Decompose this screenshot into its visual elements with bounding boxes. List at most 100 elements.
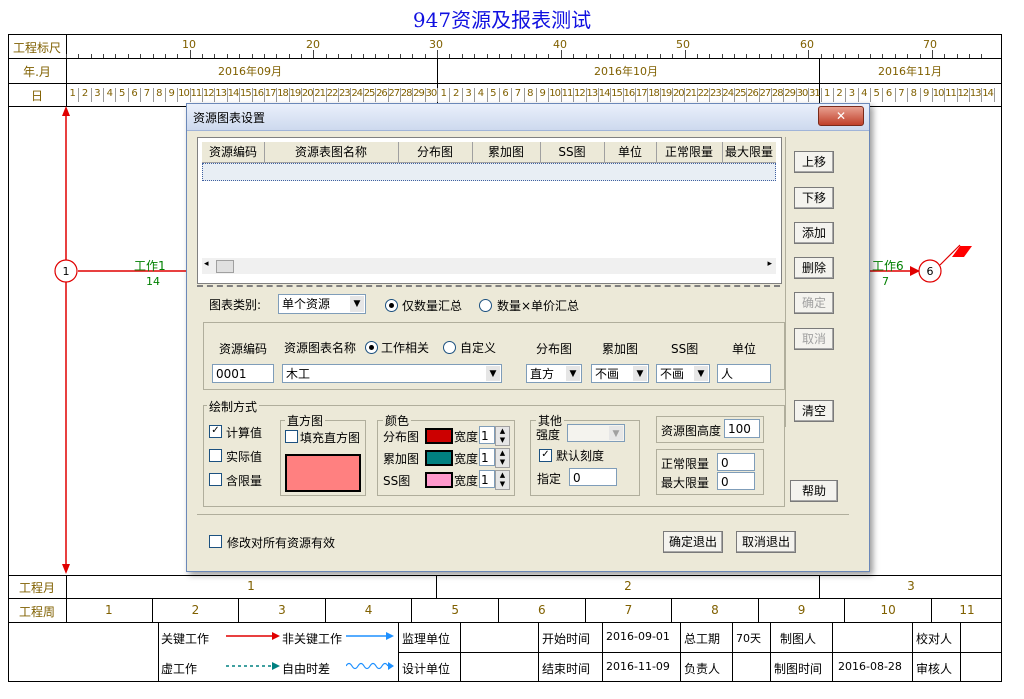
resource-table[interactable]: 资源编码 资源表图名称 分布图 累加图 SS图 单位 正常限量 最大限量 ◂ ▸ bbox=[197, 137, 782, 284]
res-height-input[interactable]: 100 bbox=[724, 419, 760, 438]
end-label: 结束时间 bbox=[542, 662, 591, 676]
res-name-select[interactable]: 木工 ▼ bbox=[282, 364, 502, 383]
cancel-button[interactable]: 取消 bbox=[794, 328, 834, 350]
ss-color-swatch[interactable] bbox=[425, 472, 453, 488]
actual-value-checkbox[interactable] bbox=[209, 449, 222, 462]
col-header-code[interactable]: 资源编码 bbox=[202, 142, 265, 162]
strength-select[interactable]: ▼ bbox=[567, 424, 625, 442]
ruler-tick bbox=[610, 54, 612, 58]
ruler-tick bbox=[857, 54, 859, 58]
width-label: 宽度 bbox=[454, 452, 479, 466]
col-header-normal[interactable]: 正常限量 bbox=[656, 142, 723, 162]
add-button[interactable]: 添加 bbox=[794, 222, 834, 244]
ruler-tick bbox=[226, 54, 228, 58]
ruler-tick bbox=[189, 50, 191, 58]
ss-width-input[interactable]: 1 bbox=[479, 470, 495, 488]
ruler-tick bbox=[672, 54, 674, 58]
ruler-number: 70 bbox=[923, 38, 937, 51]
histogram-label: 直方图 bbox=[285, 412, 326, 429]
ruler-tick bbox=[152, 54, 154, 58]
with-limit-checkbox[interactable] bbox=[209, 473, 222, 486]
confirm-button[interactable]: 确定 bbox=[794, 292, 834, 314]
horizontal-scrollbar[interactable]: ◂ ▸ bbox=[202, 258, 776, 274]
cum-select[interactable]: 不画 ▼ bbox=[591, 364, 649, 383]
spinner-icon[interactable]: ▲ ▼ bbox=[495, 426, 510, 446]
design-label: 设计单位 bbox=[402, 662, 451, 676]
ruler-tick bbox=[164, 54, 166, 58]
total-label: 总工期 bbox=[684, 632, 721, 646]
max-limit-input[interactable]: 0 bbox=[717, 472, 755, 490]
close-button[interactable]: ✕ bbox=[818, 106, 864, 126]
chart-type-select[interactable]: 单个资源 ▼ bbox=[278, 294, 366, 314]
eng-week-cell: 1 bbox=[66, 599, 153, 622]
drawtime-value: 2016-08-28 bbox=[838, 660, 902, 673]
res-code-label: 资源编码 bbox=[219, 342, 268, 356]
dist-width-input[interactable]: 1 bbox=[479, 426, 495, 444]
dist-color-swatch[interactable] bbox=[425, 428, 453, 444]
cancel-exit-button[interactable]: 取消退出 bbox=[736, 531, 796, 553]
finish-flag bbox=[952, 246, 972, 257]
legend-freefloat-label: 自由时差 bbox=[282, 662, 331, 676]
custom-radio[interactable] bbox=[443, 341, 456, 354]
drawtime-label: 制图时间 bbox=[774, 662, 823, 676]
ruler-tick bbox=[474, 54, 476, 58]
qty-price-radio[interactable] bbox=[479, 299, 492, 312]
ss-select[interactable]: 不画 ▼ bbox=[656, 364, 710, 383]
cum-width-input[interactable]: 1 bbox=[479, 448, 495, 466]
ruler-tick bbox=[66, 54, 67, 58]
splitter[interactable] bbox=[197, 285, 780, 287]
res-code-input[interactable]: 0001 bbox=[212, 364, 274, 383]
scroll-right-icon[interactable]: ▸ bbox=[767, 259, 772, 269]
ruler-tick bbox=[659, 54, 661, 58]
col-header-dist[interactable]: 分布图 bbox=[398, 142, 473, 162]
arrow-up-head bbox=[62, 106, 70, 116]
default-scale-checkbox[interactable]: ✓ bbox=[539, 449, 552, 462]
clear-button[interactable]: 清空 bbox=[794, 400, 834, 422]
chevron-down-icon: ▼ bbox=[566, 366, 580, 381]
spinner-icon[interactable]: ▲ ▼ bbox=[495, 470, 510, 490]
fill-histogram-checkbox[interactable] bbox=[285, 430, 298, 443]
qty-only-radio[interactable] bbox=[385, 299, 398, 312]
dist-color-label: 分布图 bbox=[383, 430, 420, 444]
normal-limit-input[interactable]: 0 bbox=[717, 453, 755, 471]
dialog-titlebar[interactable]: 资源图表设置 ✕ bbox=[187, 104, 869, 131]
histogram-color-swatch[interactable] bbox=[285, 454, 361, 492]
ruler-tick bbox=[325, 54, 327, 58]
col-header-max[interactable]: 最大限量 bbox=[722, 142, 776, 162]
specify-input[interactable]: 0 bbox=[569, 468, 617, 486]
ruler-tick bbox=[808, 50, 810, 58]
work1-name: 工作1 bbox=[134, 259, 166, 273]
table-row-selected[interactable] bbox=[202, 163, 776, 181]
ruler-tick bbox=[375, 54, 377, 58]
col-header-ss[interactable]: SS图 bbox=[540, 142, 605, 162]
calc-value-checkbox[interactable]: ✓ bbox=[209, 425, 222, 438]
scroll-thumb[interactable] bbox=[216, 260, 234, 273]
ok-exit-button[interactable]: 确定退出 bbox=[663, 531, 723, 553]
delete-button[interactable]: 删除 bbox=[794, 257, 834, 279]
spinner-icon[interactable]: ▲ ▼ bbox=[495, 448, 510, 468]
move-down-button[interactable]: 下移 bbox=[794, 187, 834, 209]
work-related-radio[interactable] bbox=[365, 341, 378, 354]
eng-month-cell: 3 bbox=[907, 579, 915, 593]
checker-label: 校对人 bbox=[916, 632, 953, 646]
dist-select[interactable]: 直方 ▼ bbox=[526, 364, 582, 383]
cum-color-swatch[interactable] bbox=[425, 450, 453, 466]
help-button[interactable]: 帮助 bbox=[790, 480, 838, 502]
dist-value: 直方 bbox=[530, 367, 555, 381]
apply-all-checkbox[interactable] bbox=[209, 535, 222, 548]
ruler-tick bbox=[721, 54, 723, 58]
col-header-unit[interactable]: 单位 bbox=[604, 142, 657, 162]
col-header-name[interactable]: 资源表图名称 bbox=[264, 142, 399, 162]
unit-label: 单位 bbox=[732, 342, 757, 356]
ruler-tick bbox=[956, 54, 958, 58]
ruler-tick bbox=[635, 54, 637, 58]
eng-week-cell: 2 bbox=[153, 599, 240, 622]
work6-duration: 7 bbox=[882, 275, 889, 288]
ruler-tick bbox=[288, 54, 290, 58]
move-up-button[interactable]: 上移 bbox=[794, 151, 834, 173]
col-header-cum[interactable]: 累加图 bbox=[472, 142, 541, 162]
ruler-tick bbox=[362, 54, 364, 58]
scroll-left-icon[interactable]: ◂ bbox=[204, 259, 209, 269]
unit-input[interactable]: 人 bbox=[717, 364, 771, 383]
ruler-tick bbox=[696, 54, 698, 58]
